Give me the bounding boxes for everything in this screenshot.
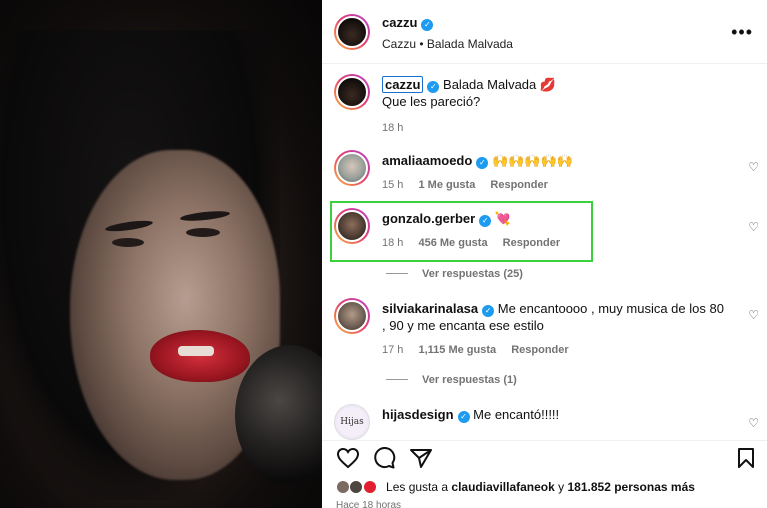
- caption-avatar[interactable]: [334, 74, 370, 110]
- comment-like-heart-icon[interactable]: ♡: [748, 308, 759, 322]
- subtitle-separator: •: [419, 37, 424, 51]
- replies-divider-line: [386, 379, 408, 380]
- comment-time: 17 h: [382, 344, 404, 356]
- commenter-avatar[interactable]: Hijas: [334, 404, 370, 440]
- caption-text-line2: Que les pareció?: [382, 94, 481, 109]
- commenter-avatar[interactable]: [334, 298, 370, 334]
- more-options-icon[interactable]: •••: [731, 22, 753, 43]
- verified-badge-icon: ✓: [457, 411, 470, 423]
- reply-button[interactable]: Responder: [490, 179, 547, 191]
- commenter-username[interactable]: amaliaamoedo: [382, 153, 472, 168]
- comment-text: Me encantó!!!!!: [473, 407, 560, 422]
- heart-icon[interactable]: [336, 447, 360, 469]
- caption-time: 18 h: [382, 122, 404, 134]
- comment-icon[interactable]: [372, 447, 396, 469]
- caption-text: Balada Malvada: [443, 77, 537, 92]
- bookmark-icon[interactable]: [736, 447, 756, 469]
- commenter-username[interactable]: silviakarinalasa: [382, 301, 478, 316]
- comment-likes-button[interactable]: 1 Me gusta: [418, 179, 475, 191]
- view-replies-label: Ver respuestas (1): [422, 374, 517, 386]
- caption-emoji: 💋: [539, 77, 557, 92]
- subtitle-user[interactable]: Cazzu: [382, 37, 416, 51]
- verified-badge-icon: ✓: [427, 81, 440, 93]
- likes-summary[interactable]: Les gusta a claudiavillafaneok y 181.852…: [336, 480, 695, 494]
- comment-like-heart-icon[interactable]: ♡: [748, 160, 759, 174]
- media-eye-left: [112, 238, 144, 247]
- comment-text: 🙌🙌🙌🙌🙌: [491, 153, 573, 168]
- post-timestamp: Hace 18 horas: [336, 500, 402, 508]
- reply-button[interactable]: Responder: [511, 344, 568, 356]
- media-lips: [150, 330, 250, 382]
- liker-avatar: [362, 480, 377, 494]
- post-subtitle: Cazzu • Balada Malvada: [382, 37, 513, 51]
- author-username[interactable]: cazzu: [382, 15, 417, 30]
- verified-badge-icon: ✓: [482, 305, 495, 317]
- view-replies-label: Ver respuestas (25): [422, 268, 523, 280]
- verified-badge-icon: ✓: [421, 19, 434, 31]
- liker-username[interactable]: claudiavillafaneok: [451, 480, 554, 494]
- comment-like-heart-icon[interactable]: ♡: [748, 416, 759, 430]
- liker-avatar: [336, 480, 350, 494]
- commenter-username[interactable]: hijasdesign: [382, 407, 454, 422]
- highlight-box: [330, 201, 593, 262]
- media-eye-right: [186, 228, 220, 237]
- likes-count[interactable]: 181.852 personas más: [568, 480, 695, 494]
- caption-username[interactable]: cazzu: [382, 76, 424, 93]
- author-avatar[interactable]: [334, 14, 370, 50]
- commenter-avatar[interactable]: [334, 150, 370, 186]
- send-icon[interactable]: [409, 447, 433, 469]
- subtitle-song[interactable]: Balada Malvada: [427, 37, 513, 51]
- likes-prefix: Les gusta a: [386, 480, 449, 494]
- comment-like-heart-icon[interactable]: ♡: [748, 220, 759, 234]
- comment-likes-button[interactable]: 1,115 Me gusta: [418, 344, 496, 356]
- replies-divider-line: [386, 273, 408, 274]
- media-teeth: [178, 346, 214, 356]
- post-header: cazzu ✓ Cazzu • Balada Malvada •••: [322, 0, 767, 64]
- view-replies-button[interactable]: Ver respuestas (25): [386, 268, 523, 280]
- likes-middle: y: [558, 480, 565, 494]
- liker-avatar: [349, 480, 364, 494]
- comment-time: 15 h: [382, 179, 404, 191]
- view-replies-button[interactable]: Ver respuestas (1): [386, 374, 517, 386]
- avatar-logo-text: Hijas: [337, 407, 367, 437]
- post-media-image[interactable]: [0, 0, 322, 508]
- verified-badge-icon: ✓: [476, 157, 489, 169]
- post-actions-bar: [322, 440, 767, 474]
